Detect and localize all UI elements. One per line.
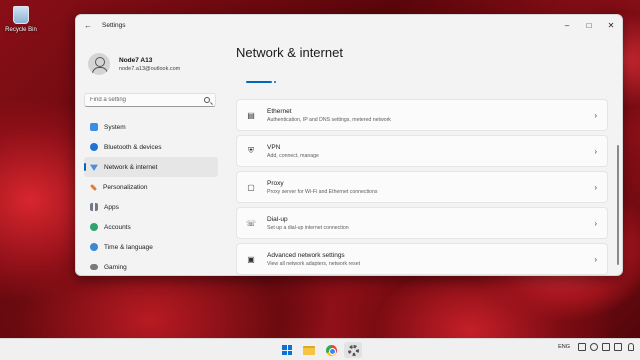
recycle-bin-label: Recycle Bin — [5, 27, 37, 33]
card-proxy[interactable]: ▢ Proxy Proxy server for Wi-Fi and Ether… — [236, 171, 608, 203]
language-indicator[interactable]: ENG — [558, 344, 570, 350]
title-bar: ← Settings – □ ✕ — [76, 15, 622, 35]
battery-icon[interactable] — [614, 343, 622, 351]
volume-icon[interactable] — [602, 343, 610, 351]
sidebar-item-apps[interactable]: Apps — [84, 197, 218, 217]
loading-indicator — [246, 81, 276, 83]
window-controls: – □ ✕ — [556, 15, 622, 35]
minimize-button[interactable]: – — [556, 15, 578, 35]
profile-email: node7.a13@outlook.com — [119, 65, 181, 72]
sidebar-item-label: System — [104, 123, 126, 131]
avatar — [88, 53, 110, 75]
card-title: Dial-up — [267, 215, 288, 223]
system-tray: ENG — [558, 343, 634, 351]
card-subtitle: Authentication, IP and DNS settings, met… — [267, 116, 391, 123]
system-icon — [90, 123, 98, 131]
sidebar-item-label: Gaming — [104, 263, 127, 271]
close-button[interactable]: ✕ — [600, 15, 622, 35]
sidebar-nav: System Bluetooth & devices Network & int… — [76, 117, 226, 275]
apps-icon — [90, 203, 98, 211]
card-advanced-network[interactable]: ▣ Advanced network settings View all net… — [236, 243, 608, 275]
main-content: Network & internet ▤ Ethernet Authentica… — [236, 35, 622, 275]
card-title: Advanced network settings — [267, 251, 345, 259]
taskbar-apps — [278, 342, 366, 358]
start-button[interactable] — [278, 342, 296, 358]
sidebar-item-label: Personalization — [103, 183, 148, 191]
page-title: Network & internet — [236, 45, 343, 60]
card-subtitle: View all network adapters, network reset — [267, 260, 361, 267]
sidebar-item-label: Network & internet — [104, 163, 158, 171]
folder-icon — [303, 345, 315, 355]
taskbar: ENG — [0, 338, 640, 360]
gear-icon — [347, 344, 359, 356]
sidebar-item-bluetooth[interactable]: Bluetooth & devices — [84, 137, 218, 157]
card-title: VPN — [267, 143, 281, 151]
search-input[interactable] — [90, 97, 200, 103]
accounts-icon — [90, 223, 98, 231]
search-box[interactable] — [84, 93, 216, 107]
sidebar-item-label: Apps — [104, 203, 119, 211]
card-title: Proxy — [267, 179, 284, 187]
sidebar-item-system[interactable]: System — [84, 117, 218, 137]
profile-name: Node7 A13 — [119, 56, 153, 64]
scrollbar[interactable] — [617, 145, 619, 265]
settings-taskbar-button[interactable] — [344, 342, 362, 358]
card-subtitle: Add, connect, manage — [267, 152, 319, 159]
advanced-network-icon: ▣ — [247, 254, 255, 264]
proxy-icon: ▢ — [247, 182, 255, 192]
chrome-button[interactable] — [322, 342, 340, 358]
settings-cards: ▤ Ethernet Authentication, IP and DNS se… — [236, 99, 608, 275]
card-subtitle: Set up a dial-up internet connection — [267, 224, 349, 231]
chevron-right-icon: › — [594, 183, 597, 192]
chevron-right-icon: › — [594, 147, 597, 156]
card-subtitle: Proxy server for Wi-Fi and Ethernet conn… — [267, 188, 378, 195]
search-icon[interactable] — [204, 97, 210, 103]
file-explorer-button[interactable] — [300, 342, 318, 358]
recycle-bin-icon — [13, 6, 29, 24]
gaming-icon — [90, 264, 98, 270]
sidebar: Node7 A13 node7.a13@outlook.com System B… — [76, 35, 226, 275]
card-vpn[interactable]: ⛨ VPN Add, connect, manage › — [236, 135, 608, 167]
card-title: Ethernet — [267, 107, 292, 115]
card-ethernet[interactable]: ▤ Ethernet Authentication, IP and DNS se… — [236, 99, 608, 131]
sidebar-item-personalization[interactable]: Personalization — [84, 177, 218, 197]
ethernet-icon: ▤ — [247, 110, 255, 120]
recycle-bin-desktop-icon[interactable]: Recycle Bin — [4, 6, 38, 33]
sidebar-item-network[interactable]: Network & internet — [84, 157, 218, 177]
bluetooth-icon — [90, 143, 98, 151]
sidebar-item-gaming[interactable]: Gaming — [84, 257, 218, 275]
sidebar-item-label: Bluetooth & devices — [104, 143, 162, 151]
chevron-right-icon: › — [594, 111, 597, 120]
sidebar-item-accounts[interactable]: Accounts — [84, 217, 218, 237]
sidebar-item-label: Time & language — [104, 243, 153, 251]
sidebar-item-time-language[interactable]: Time & language — [84, 237, 218, 257]
globe-clock-icon — [90, 243, 98, 251]
chrome-icon — [325, 344, 337, 356]
maximize-button[interactable]: □ — [578, 15, 600, 35]
chevron-right-icon: › — [594, 219, 597, 228]
vpn-shield-icon: ⛨ — [248, 146, 254, 155]
sidebar-item-label: Accounts — [104, 223, 131, 231]
settings-window: ← Settings – □ ✕ Node7 A13 node7.a13@out… — [75, 14, 623, 276]
card-dialup[interactable]: ☏ Dial-up Set up a dial-up internet conn… — [236, 207, 608, 239]
window-title: Settings — [102, 21, 126, 29]
notification-bell-icon[interactable] — [628, 343, 634, 351]
user-profile[interactable]: Node7 A13 node7.a13@outlook.com — [76, 35, 226, 83]
network-icon — [90, 164, 98, 171]
windows-icon — [282, 345, 292, 355]
back-arrow-icon[interactable]: ← — [84, 21, 98, 30]
network-tray-icon[interactable] — [590, 343, 598, 351]
chevron-right-icon: › — [594, 255, 597, 264]
dialup-icon: ☏ — [245, 218, 256, 228]
display-icon[interactable] — [578, 343, 586, 351]
brush-icon — [89, 183, 98, 191]
